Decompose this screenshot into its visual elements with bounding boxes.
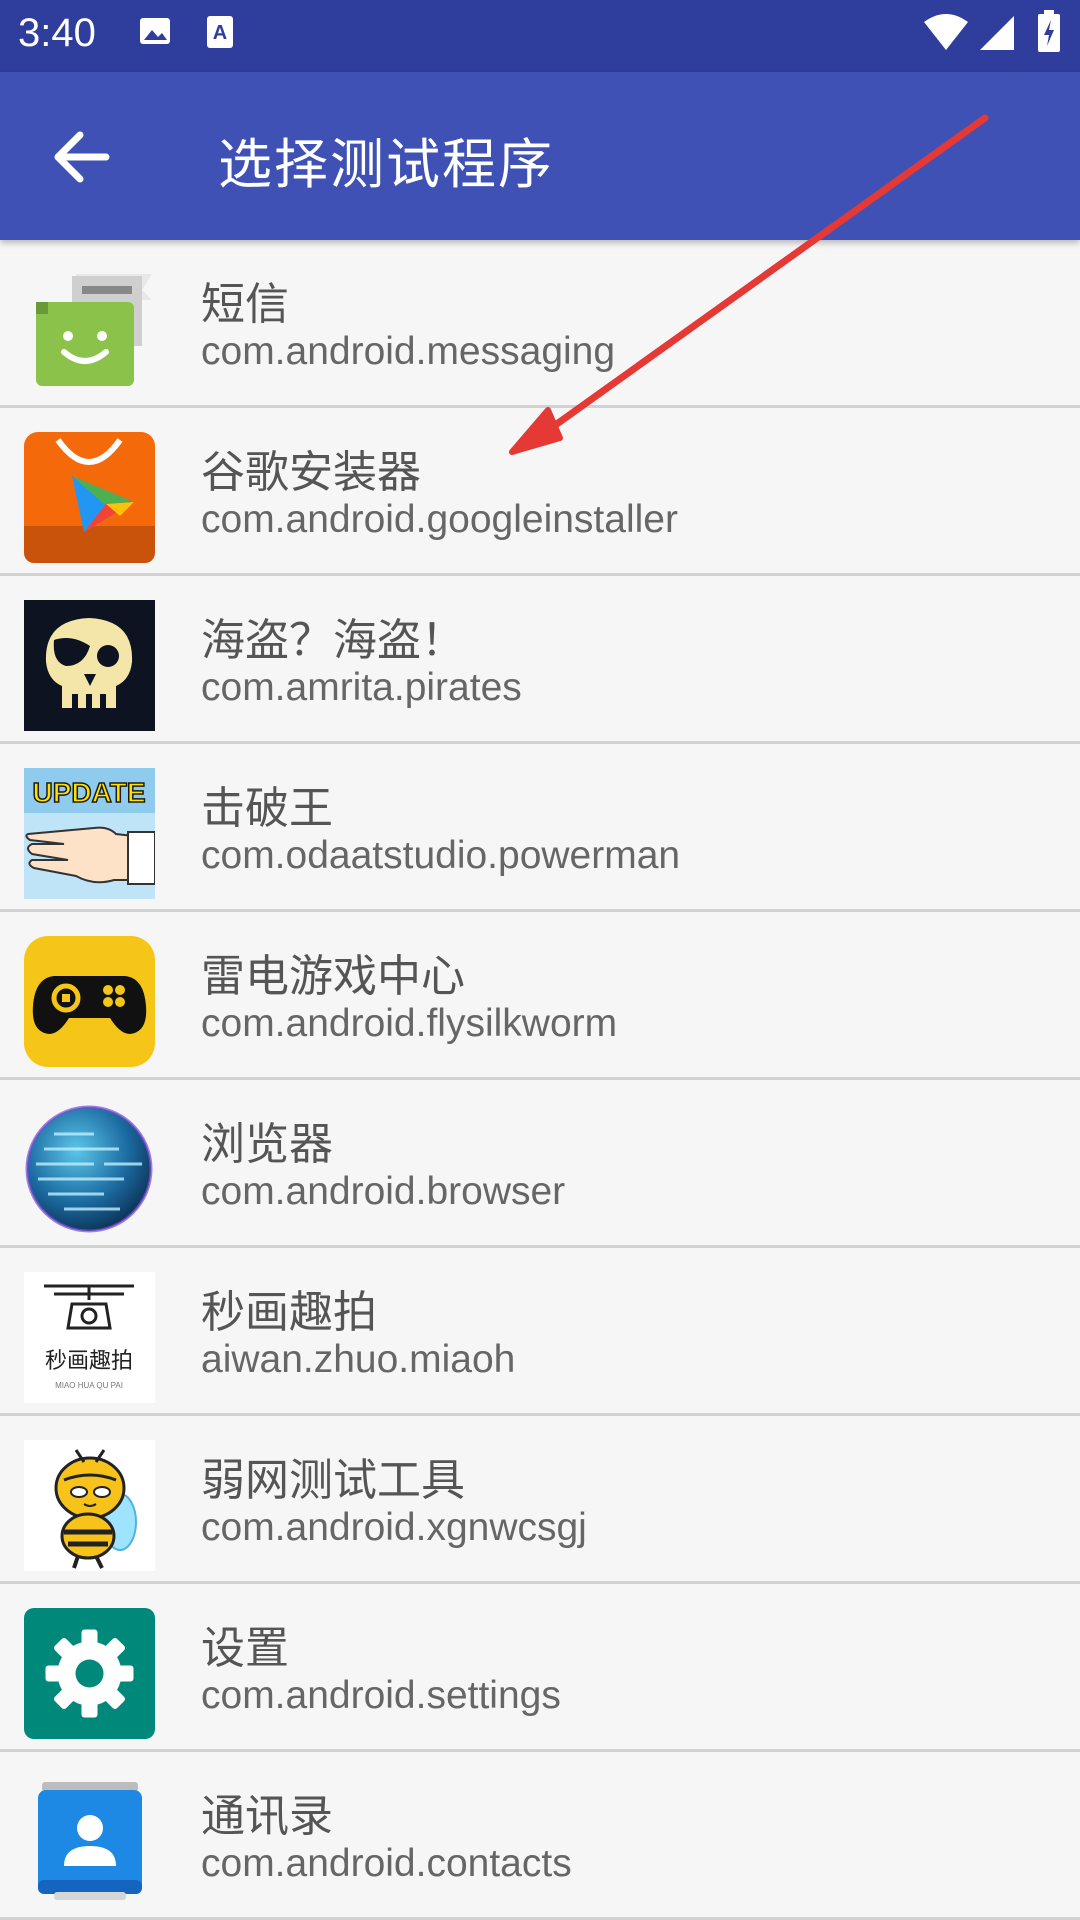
package-name: com.android.googleinstaller xyxy=(201,498,678,541)
app-name: 浏览器 xyxy=(201,1119,333,1170)
font-icon: A xyxy=(207,16,233,48)
package-name: com.android.contacts xyxy=(201,1842,572,1885)
app-name: 海盗？海盗！ xyxy=(201,615,465,666)
icon-sublabel: MIAO HUA QU PAI xyxy=(55,1381,123,1390)
package-name: com.android.flysilkworm xyxy=(201,1002,618,1045)
list-item-browser[interactable]: 浏览器 com.android.browser xyxy=(0,1080,1080,1248)
google-installer-icon xyxy=(24,432,155,563)
wifi-icon xyxy=(924,14,968,50)
status-bar: 3:40 A xyxy=(0,0,1080,72)
image-icon xyxy=(140,18,170,44)
package-name: com.odaatstudio.powerman xyxy=(201,834,681,877)
list-item-miaoh[interactable]: 秒画趣拍 MIAO HUA QU PAI 秒画趣拍 aiwan.zhuo.mia… xyxy=(0,1248,1080,1416)
app-name: 通讯录 xyxy=(201,1791,333,1842)
package-name: com.android.settings xyxy=(201,1674,561,1717)
list-item-powerman[interactable]: UPDATE 击破王 com.odaatstudio.powerman xyxy=(0,744,1080,912)
contacts-icon xyxy=(24,1776,155,1907)
list-item-settings[interactable]: 设置 com.android.settings xyxy=(0,1584,1080,1752)
icon-label: 秒画趣拍 xyxy=(45,1349,133,1374)
pirate-skull-icon xyxy=(24,600,155,731)
app-name: 弱网测试工具 xyxy=(201,1455,465,1506)
list-item-pirates[interactable]: 海盗？海盗！ com.amrita.pirates xyxy=(0,576,1080,744)
page-title: 选择测试程序 xyxy=(218,133,554,196)
battery-icon xyxy=(1038,10,1060,52)
status-time: 3:40 xyxy=(18,11,96,55)
list-item-messaging[interactable]: 短信 com.android.messaging xyxy=(0,240,1080,408)
app-name: 雷电游戏中心 xyxy=(201,951,465,1002)
app-name: 击破王 xyxy=(201,783,333,834)
package-name: com.android.messaging xyxy=(201,330,616,373)
update-hand-icon: UPDATE xyxy=(24,768,156,899)
gamepad-icon xyxy=(24,936,155,1067)
arrow-left-icon xyxy=(54,131,110,183)
package-name: com.android.xgnwcsgj xyxy=(201,1506,587,1549)
back-button[interactable] xyxy=(44,122,124,192)
package-name: com.amrita.pirates xyxy=(201,666,522,709)
app-name: 设置 xyxy=(201,1623,289,1674)
app-name: 短信 xyxy=(201,279,289,330)
update-label: UPDATE xyxy=(32,777,145,808)
list-item-flysilkworm[interactable]: 雷电游戏中心 com.android.flysilkworm xyxy=(0,912,1080,1080)
package-name: aiwan.zhuo.miaoh xyxy=(201,1338,516,1381)
app-name: 秒画趣拍 xyxy=(201,1287,377,1338)
app-name: 谷歌安装器 xyxy=(201,447,421,498)
svg-text:A: A xyxy=(213,22,227,44)
globe-icon xyxy=(24,1104,155,1235)
bee-icon xyxy=(24,1440,155,1571)
gear-icon xyxy=(24,1608,155,1739)
messaging-icon xyxy=(24,264,155,395)
drone-camera-icon: 秒画趣拍 MIAO HUA QU PAI xyxy=(24,1272,155,1403)
signal-icon xyxy=(980,16,1014,50)
package-name: com.android.browser xyxy=(201,1170,566,1213)
list-item-xgnwcsgj[interactable]: 弱网测试工具 com.android.xgnwcsgj xyxy=(0,1416,1080,1584)
list-item-googleinstaller[interactable]: 谷歌安装器 com.android.googleinstaller xyxy=(0,408,1080,576)
app-list: 短信 com.android.messaging 谷歌安装器 com.andro… xyxy=(0,240,1080,1920)
list-item-contacts[interactable]: 通讯录 com.android.contacts xyxy=(0,1752,1080,1920)
app-bar: 选择测试程序 xyxy=(0,72,1080,240)
